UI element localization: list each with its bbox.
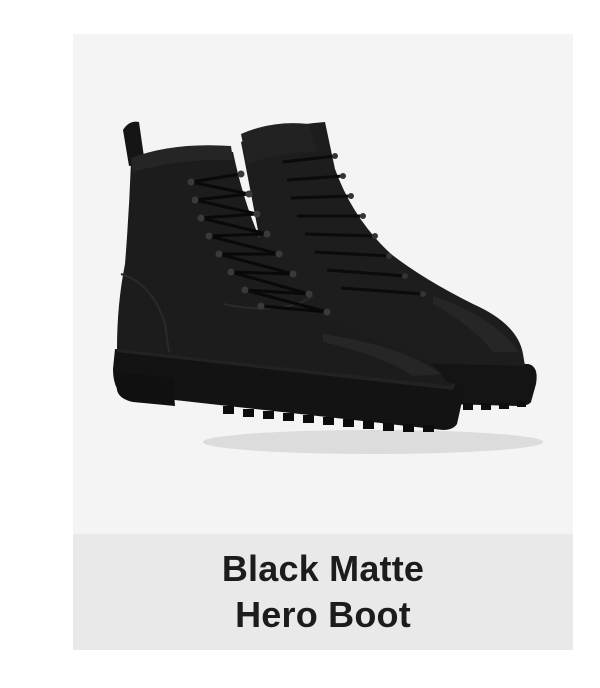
product-image[interactable] [73,34,573,534]
product-name-line-2: Hero Boot [235,594,411,635]
product-card[interactable]: Black Matte Hero Boot [73,34,573,650]
product-caption[interactable]: Black Matte Hero Boot [73,534,573,650]
product-name-line-1: Black Matte [221,548,425,589]
boot-photo-icon [113,121,543,454]
